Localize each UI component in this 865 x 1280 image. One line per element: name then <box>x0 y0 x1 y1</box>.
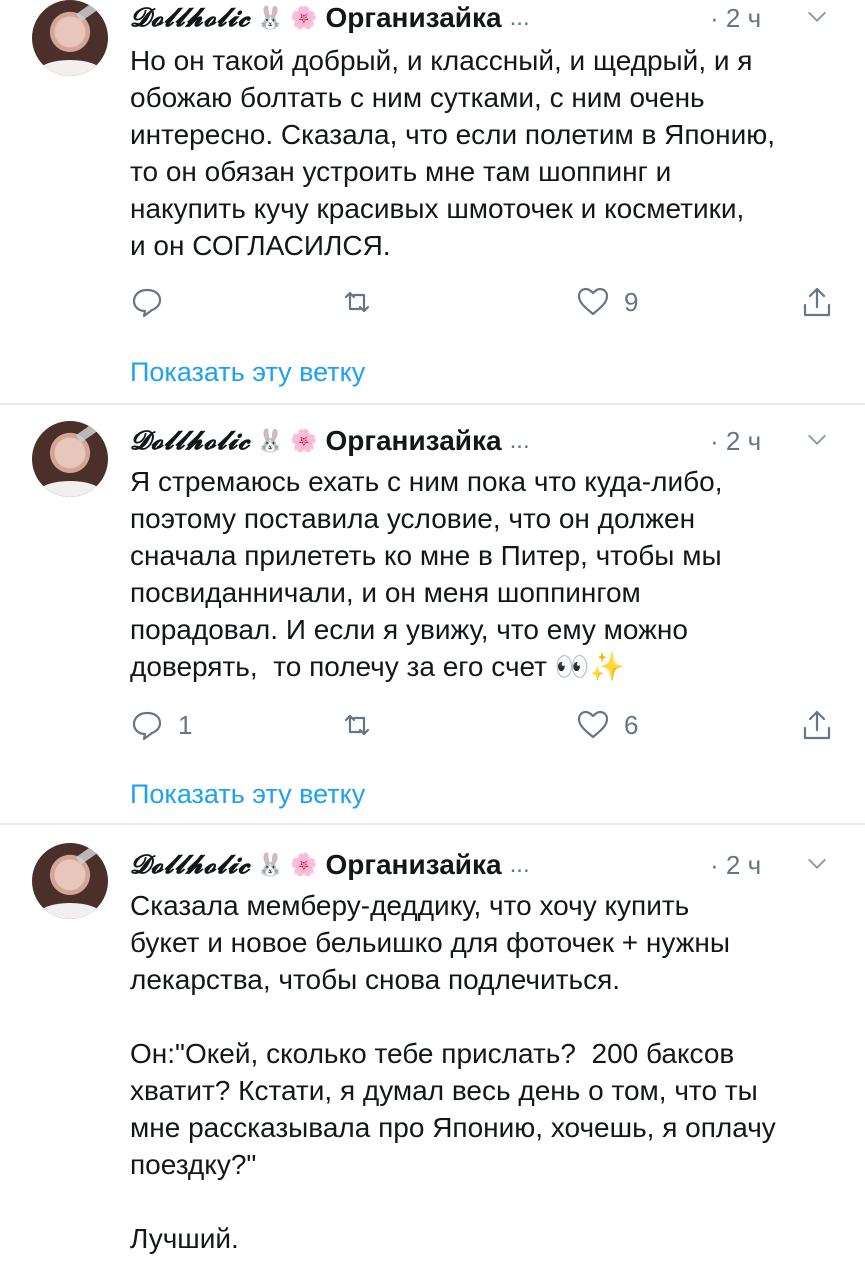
like-icon <box>577 710 609 739</box>
like-count: 6 <box>624 709 639 740</box>
tweet-actions: 1 6 <box>130 705 840 745</box>
display-name[interactable]: 𝓓𝓸𝓵𝓵𝓱𝓸𝓵𝓲𝓬 <box>130 426 251 457</box>
tweet-actions: 9 <box>130 282 840 322</box>
share-icon <box>803 287 831 317</box>
reply-icon <box>132 288 162 318</box>
tweet-time[interactable]: · 2 ч <box>710 3 761 34</box>
tweet-time[interactable]: · 2 ч <box>710 426 761 457</box>
flower-emoji: 🌸 <box>290 5 318 30</box>
handle-truncation: ... <box>509 4 530 31</box>
share-button[interactable] <box>800 282 834 322</box>
reply-icon <box>132 711 162 741</box>
display-name[interactable]: 𝓓𝓸𝓵𝓵𝓱𝓸𝓵𝓲𝓬 <box>130 850 251 881</box>
avatar[interactable] <box>32 421 108 497</box>
bunny-emoji: 🐰 <box>256 5 285 30</box>
show-thread-link[interactable]: Показать эту ветку <box>130 357 365 388</box>
display-name[interactable]: 𝓓𝓸𝓵𝓵𝓱𝓸𝓵𝓲𝓬 <box>130 3 251 34</box>
retweet-button[interactable] <box>340 282 374 322</box>
tweet-header: 𝓓𝓸𝓵𝓵𝓱𝓸𝓵𝓲𝓬 🐰 🌸 Организайка ... · 2 ч <box>130 0 840 38</box>
tweet-header: 𝓓𝓸𝓵𝓵𝓱𝓸𝓵𝓲𝓬 🐰 🌸 Организайка ... · 2 ч <box>130 845 840 885</box>
retweet-icon <box>344 291 370 313</box>
tweet-text: Сказала мемберу-деддику, что хочу купить… <box>130 890 776 1254</box>
like-button[interactable]: 6 <box>576 705 638 745</box>
reply-button[interactable]: 1 <box>130 705 192 745</box>
caret-down-icon[interactable] <box>806 853 828 875</box>
avatar[interactable] <box>32 0 108 76</box>
tweet-text: Но он такой добрый, и классный, и щедрый… <box>130 45 776 261</box>
avatar[interactable] <box>32 843 108 919</box>
flower-emoji: 🌸 <box>290 852 318 877</box>
user-handle[interactable]: Организайка <box>325 2 501 34</box>
user-handle[interactable]: Организайка <box>325 849 501 881</box>
reply-button[interactable] <box>130 282 178 322</box>
user-handle[interactable]: Организайка <box>325 425 501 457</box>
share-icon <box>803 710 831 740</box>
tweet[interactable]: 𝓓𝓸𝓵𝓵𝓱𝓸𝓵𝓲𝓬 🐰 🌸 Организайка ... · 2 ч Но о… <box>0 0 865 405</box>
handle-truncation: ... <box>509 851 530 878</box>
tweet[interactable]: 𝓓𝓸𝓵𝓵𝓱𝓸𝓵𝓲𝓬 🐰 🌸 Организайка ... · 2 ч Сказ… <box>0 825 865 1280</box>
caret-down-icon[interactable] <box>806 6 828 28</box>
like-button[interactable]: 9 <box>576 282 638 322</box>
reply-count: 1 <box>178 709 193 740</box>
handle-truncation: ... <box>509 427 530 454</box>
retweet-icon <box>344 714 370 736</box>
tweet-time[interactable]: · 2 ч <box>710 850 761 881</box>
like-count: 9 <box>624 286 639 317</box>
share-button[interactable] <box>800 705 834 745</box>
bunny-emoji: 🐰 <box>256 428 285 453</box>
tweet-text: Я стремаюсь ехать с ним пока что куда-ли… <box>130 466 723 682</box>
tweet-header: 𝓓𝓸𝓵𝓵𝓱𝓸𝓵𝓲𝓬 🐰 🌸 Организайка ... · 2 ч <box>130 421 840 461</box>
flower-emoji: 🌸 <box>290 428 318 453</box>
bunny-emoji: 🐰 <box>256 852 285 877</box>
like-icon <box>577 287 609 316</box>
tweet[interactable]: 𝓓𝓸𝓵𝓵𝓱𝓸𝓵𝓲𝓬 🐰 🌸 Организайка ... · 2 ч Я ст… <box>0 405 865 825</box>
caret-down-icon[interactable] <box>806 429 828 451</box>
retweet-button[interactable] <box>340 705 374 745</box>
show-thread-link[interactable]: Показать эту ветку <box>130 779 365 810</box>
